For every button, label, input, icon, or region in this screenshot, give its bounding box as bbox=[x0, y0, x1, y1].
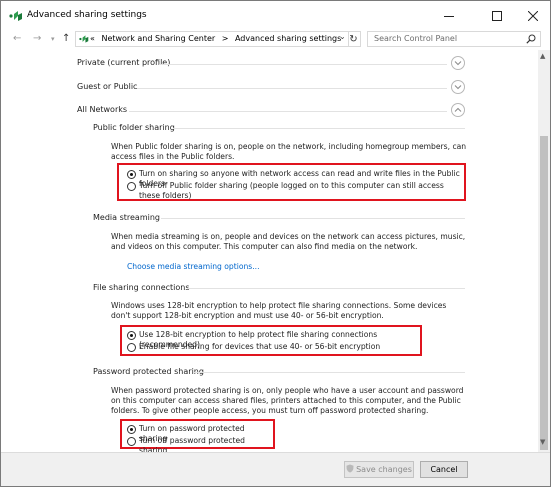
cancel-button[interactable]: Cancel bbox=[420, 461, 468, 478]
password-sharing-description: When password protected sharing is on, o… bbox=[111, 386, 464, 415]
section-guest-or-public[interactable]: Guest or Public bbox=[77, 80, 467, 94]
search-icon[interactable] bbox=[526, 34, 536, 46]
collapse-chevron-icon[interactable] bbox=[451, 103, 465, 117]
window: Advanced sharing settings ← → ▾ ↑ « Netw… bbox=[0, 0, 551, 487]
vertical-scrollbar[interactable]: ▲ ▼ bbox=[538, 50, 550, 452]
search-input[interactable]: Search Control Panel bbox=[374, 34, 457, 43]
breadcrumb-network-and-sharing-center[interactable]: Network and Sharing Center bbox=[101, 34, 215, 43]
shield-icon bbox=[346, 464, 354, 475]
radio-button-selected[interactable] bbox=[127, 331, 136, 340]
choose-media-streaming-options-link[interactable]: Choose media streaming options... bbox=[127, 262, 260, 271]
divider bbox=[137, 88, 447, 89]
divider bbox=[129, 111, 447, 112]
recent-locations-chevron-icon[interactable]: ▾ bbox=[51, 35, 55, 43]
password-sharing-off-option[interactable]: Turn off password protected sharing bbox=[127, 436, 273, 452]
maximize-icon bbox=[492, 11, 502, 21]
window-title: Advanced sharing settings bbox=[27, 10, 147, 20]
forward-arrow-icon[interactable]: → bbox=[33, 33, 41, 44]
file-sharing-description: Windows uses 128-bit encryption to help … bbox=[111, 301, 447, 320]
back-arrow-icon[interactable]: ← bbox=[13, 33, 21, 44]
settings-content: Private (current profile) Guest or Publi… bbox=[1, 50, 538, 452]
close-icon bbox=[528, 11, 538, 21]
encryption-40-56-option[interactable]: Enable file sharing for devices that use… bbox=[127, 342, 419, 352]
breadcrumb-advanced-sharing-settings[interactable]: Advanced sharing settings bbox=[235, 34, 341, 43]
refresh-icon: ↻ bbox=[349, 33, 358, 45]
public-folder-off-option[interactable]: Turn off Public folder sharing (people l… bbox=[127, 181, 465, 201]
expand-chevron-icon[interactable] bbox=[451, 80, 465, 94]
save-changes-button[interactable]: Save changes bbox=[344, 461, 414, 478]
divider bbox=[159, 64, 447, 65]
file-sharing-connections-heading: File sharing connections bbox=[93, 283, 465, 295]
breadcrumb: « Network and Sharing Center > Advanced … bbox=[90, 34, 345, 43]
public-folder-description: When Public folder sharing is on, people… bbox=[111, 142, 467, 161]
search-box[interactable]: Search Control Panel bbox=[367, 31, 541, 47]
network-app-icon bbox=[9, 10, 23, 22]
media-streaming-description: When media streaming is on, people and d… bbox=[111, 232, 466, 251]
section-all-networks-label: All Networks bbox=[77, 105, 128, 114]
scroll-up-arrow-icon[interactable]: ▲ bbox=[540, 52, 545, 60]
section-guest-label: Guest or Public bbox=[77, 82, 138, 91]
minimize-icon bbox=[444, 16, 454, 17]
password-protected-sharing-heading: Password protected sharing bbox=[93, 367, 465, 379]
address-bar[interactable]: « Network and Sharing Center > Advanced … bbox=[75, 31, 349, 47]
up-arrow-icon[interactable]: ↑ bbox=[62, 33, 70, 44]
breadcrumb-separator[interactable]: > bbox=[222, 34, 229, 43]
network-location-icon bbox=[79, 34, 89, 46]
scrollbar-thumb[interactable] bbox=[540, 136, 548, 450]
radio-button-selected[interactable] bbox=[127, 425, 136, 434]
radio-button[interactable] bbox=[127, 437, 136, 446]
section-private-label: Private (current profile) bbox=[77, 58, 171, 67]
breadcrumb-overflow[interactable]: « bbox=[90, 34, 95, 43]
footer-bar: Save changes Cancel bbox=[1, 452, 550, 486]
expand-chevron-icon[interactable] bbox=[451, 56, 465, 70]
title-bar: Advanced sharing settings bbox=[1, 1, 550, 31]
media-streaming-heading: Media streaming bbox=[93, 213, 465, 225]
radio-button-selected[interactable] bbox=[127, 170, 136, 179]
section-all-networks[interactable]: All Networks bbox=[77, 103, 467, 117]
scroll-down-arrow-icon[interactable]: ▼ bbox=[540, 438, 545, 446]
radio-button[interactable] bbox=[127, 182, 136, 191]
minimize-button[interactable] bbox=[429, 1, 469, 31]
refresh-button[interactable]: ↻ bbox=[347, 31, 361, 47]
public-folder-sharing-heading: Public folder sharing bbox=[93, 123, 465, 135]
close-button[interactable] bbox=[513, 1, 551, 31]
section-private-profile[interactable]: Private (current profile) bbox=[77, 56, 467, 70]
radio-button[interactable] bbox=[127, 343, 136, 352]
maximize-button[interactable] bbox=[477, 1, 517, 31]
